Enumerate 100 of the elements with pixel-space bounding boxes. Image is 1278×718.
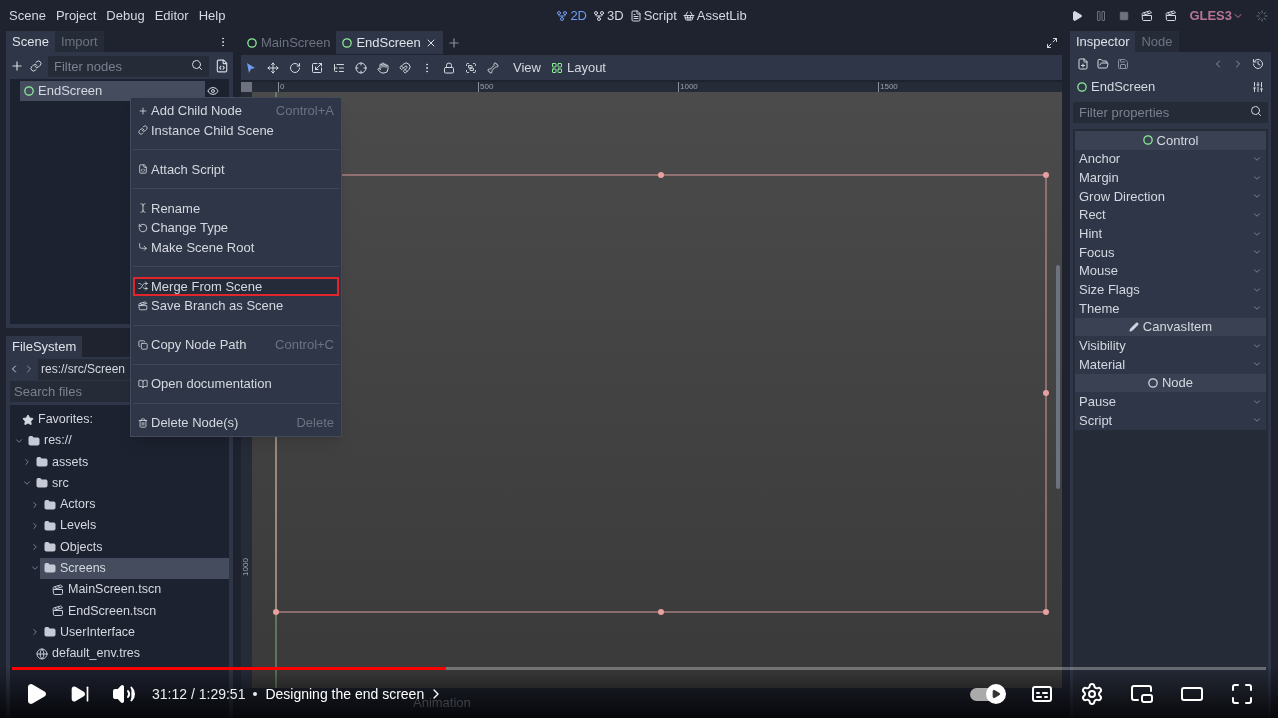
menu-item[interactable]: Change Type — [133, 218, 339, 238]
tool-icon[interactable] — [465, 61, 477, 74]
menu-icon — [138, 105, 148, 116]
file-tree-item[interactable]: Levels — [40, 515, 105, 537]
open-folder-icon[interactable] — [1097, 58, 1109, 70]
fullscreen-icon[interactable] — [1046, 36, 1058, 49]
volume-icon[interactable] — [112, 682, 136, 706]
file-tree-item[interactable]: Actors — [40, 493, 104, 516]
section-header[interactable]: Control — [1075, 131, 1266, 150]
expand-icon[interactable] — [30, 499, 40, 510]
file-tree-item[interactable]: Objects — [40, 536, 111, 558]
menu-item[interactable]: Debug — [101, 5, 150, 26]
file-tree-item[interactable]: EndScreen.tscn — [48, 600, 165, 622]
renderer-dropdown[interactable]: GLES3 — [1189, 5, 1244, 26]
menu-item[interactable]: Instance Child Scene — [133, 120, 339, 140]
folder-icon — [44, 626, 56, 639]
expand-icon[interactable] — [30, 542, 40, 553]
filter-field[interactable]: Filter nodes — [48, 55, 209, 77]
scene-tree-item[interactable]: EndScreen — [20, 81, 205, 101]
file-tree-item[interactable]: res:// — [24, 430, 80, 452]
visibility-icon[interactable] — [207, 85, 219, 97]
menu-item[interactable]: Merge From Scene — [133, 276, 339, 296]
link-icon[interactable] — [30, 59, 42, 72]
menu-item[interactable]: Attach Script — [133, 159, 339, 179]
grid-icon — [550, 61, 563, 74]
menu-item[interactable]: Delete Node(s) Delete — [133, 413, 339, 433]
select-icon[interactable] — [245, 61, 257, 74]
progress-track[interactable] — [12, 667, 1266, 670]
workspace-tab[interactable]: 2D — [556, 5, 587, 26]
miniplayer-icon[interactable] — [1130, 682, 1154, 706]
play-icon[interactable] — [1071, 9, 1084, 22]
property-group[interactable]: Script — [1075, 411, 1266, 430]
fullscreen-icon[interactable] — [1230, 682, 1254, 706]
tool-icon[interactable] — [443, 61, 455, 74]
dock-tab[interactable]: Inspector — [1070, 31, 1136, 52]
clapperboard-icon[interactable] — [1141, 9, 1154, 22]
menu-item[interactable]: Editor — [149, 5, 194, 26]
layout-menu[interactable]: Layout — [550, 57, 606, 78]
dock-tab[interactable]: FileSystem — [6, 336, 83, 357]
history-icon[interactable] — [1252, 58, 1264, 70]
save-icon[interactable] — [1117, 58, 1129, 70]
view-menu[interactable]: View — [513, 57, 541, 78]
new-resource-icon[interactable] — [1077, 58, 1089, 70]
workspace-icon — [593, 9, 605, 22]
tool-icon[interactable] — [377, 61, 389, 74]
menu-item[interactable]: Help — [193, 5, 231, 26]
property-group[interactable]: Focus — [1075, 243, 1266, 262]
tool-icon[interactable] — [333, 61, 345, 74]
menu-icon — [138, 378, 148, 389]
folder-icon — [44, 562, 56, 575]
stop-icon[interactable] — [1119, 10, 1130, 21]
menu-item[interactable]: Make Scene Root — [133, 237, 339, 257]
next-icon[interactable] — [70, 684, 90, 704]
property-group[interactable]: Visibility — [1075, 336, 1266, 356]
menu-icon — [138, 417, 148, 428]
file-tree-item[interactable]: assets — [32, 451, 97, 473]
property-group[interactable]: Material — [1075, 355, 1266, 374]
expand-icon[interactable] — [30, 627, 40, 638]
tool-icon[interactable] — [399, 61, 411, 74]
dock-tab[interactable]: Scene — [6, 31, 55, 52]
tool-icon[interactable] — [267, 61, 279, 74]
tool-icon[interactable] — [311, 61, 323, 74]
add-icon[interactable] — [446, 35, 461, 50]
menu-item[interactable]: Add Child Node Control+A — [133, 101, 339, 121]
file-tree-item[interactable]: Screens — [40, 557, 229, 580]
expand-icon[interactable] — [30, 520, 40, 531]
file-tree-item[interactable]: MainScreen.tscn — [48, 579, 170, 601]
tools-icon[interactable] — [1252, 81, 1264, 93]
file-tree-item[interactable]: default_env.tres — [32, 642, 149, 665]
property-group[interactable]: Pause — [1075, 392, 1266, 412]
property-group[interactable]: Size Flags — [1075, 280, 1266, 300]
settings-icon[interactable] — [1080, 682, 1104, 706]
filter-field[interactable]: Filter properties — [1073, 102, 1268, 123]
property-group[interactable]: Theme — [1075, 299, 1266, 318]
property-group[interactable]: Hint — [1075, 224, 1266, 244]
script-icon[interactable] — [215, 58, 229, 73]
workspace-tab[interactable]: AssetLib — [682, 5, 747, 26]
workspace-tab[interactable]: Script — [629, 5, 677, 26]
menu-icon — [138, 164, 148, 175]
expand-icon — [1252, 210, 1262, 220]
tool-icon[interactable] — [355, 61, 367, 74]
add-icon[interactable] — [10, 58, 24, 73]
menu-item[interactable]: Copy Node Path Control+C — [133, 335, 339, 355]
property-group[interactable]: Margin — [1075, 168, 1266, 187]
pause-icon[interactable] — [1095, 9, 1108, 22]
workspace-tab[interactable]: 3D — [593, 5, 624, 26]
menu-item[interactable]: Rename — [133, 198, 339, 218]
menu-item[interactable]: Project — [50, 5, 102, 26]
ruler-label: 1000 — [241, 557, 251, 578]
file-tree-item[interactable]: src — [32, 472, 77, 494]
menu-item[interactable]: Save Branch as Scene — [133, 296, 339, 316]
editor-tab[interactable]: EndScreen — [336, 31, 443, 54]
menu-item[interactable]: Scene — [4, 5, 51, 26]
file-tree-item[interactable]: UserInterface — [40, 621, 144, 643]
tool-icon[interactable] — [487, 61, 499, 74]
autoplay-toggle[interactable] — [970, 687, 1004, 701]
clapperboard-icon — [52, 605, 64, 617]
clapperboard-icon[interactable] — [1165, 9, 1178, 22]
tool-icon[interactable] — [289, 61, 301, 74]
expand-icon[interactable] — [22, 456, 32, 467]
